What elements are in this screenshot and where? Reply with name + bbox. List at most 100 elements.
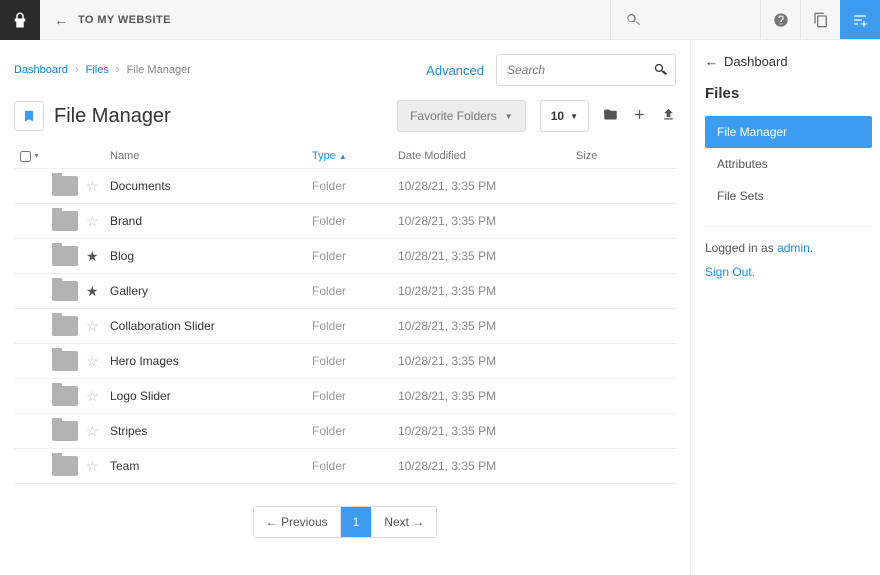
sidebar: ← Dashboard Files File ManagerAttributes…: [690, 40, 880, 575]
row-type: Folder: [312, 214, 398, 228]
sidebar-divider: [705, 226, 872, 227]
select-menu-caret[interactable]: ▼: [33, 153, 40, 160]
search-input[interactable]: [496, 54, 676, 86]
row-type: Folder: [312, 319, 398, 333]
sort-asc-icon: ▲: [339, 152, 347, 161]
next-page-button[interactable]: Next →: [372, 507, 436, 537]
row-type: Folder: [312, 179, 398, 193]
folder-icon: [52, 316, 78, 336]
row-type: Folder: [312, 284, 398, 298]
folder-icon: [52, 421, 78, 441]
sidebar-item-file-manager[interactable]: File Manager: [705, 116, 872, 148]
app-logo[interactable]: [0, 0, 40, 40]
current-user-link[interactable]: admin: [777, 241, 810, 255]
select-all-checkbox[interactable]: [20, 151, 31, 162]
sign-out-link[interactable]: Sign Out.: [705, 265, 872, 279]
table-row[interactable]: ☆ Logo SliderFolder10/28/21, 3:35 PM: [14, 379, 676, 414]
row-name: Team: [110, 459, 312, 473]
row-type: Folder: [312, 389, 398, 403]
row-name: Collaboration Slider: [110, 319, 312, 333]
crumb-dashboard[interactable]: Dashboard: [14, 64, 68, 76]
star-toggle[interactable]: ☆: [86, 388, 103, 404]
help-icon[interactable]: [760, 0, 800, 39]
sidebar-item-attributes[interactable]: Attributes: [705, 148, 872, 180]
per-page-value: 10: [551, 109, 564, 123]
row-name: Documents: [110, 179, 312, 193]
sidebar-heading: Files: [705, 85, 872, 102]
upload-button[interactable]: [661, 107, 676, 125]
row-type: Folder: [312, 354, 398, 368]
row-name: Brand: [110, 214, 312, 228]
topbar: ← TO MY WEBSITE: [0, 0, 880, 40]
row-date: 10/28/21, 3:35 PM: [398, 284, 576, 298]
crumb-current: File Manager: [127, 64, 191, 76]
table-row[interactable]: ☆ StripesFolder10/28/21, 3:35 PM: [14, 414, 676, 449]
logged-in-text: Logged in as admin.: [705, 241, 872, 255]
row-date: 10/28/21, 3:35 PM: [398, 354, 576, 368]
row-date: 10/28/21, 3:35 PM: [398, 249, 576, 263]
table-row[interactable]: ☆ DocumentsFolder10/28/21, 3:35 PM: [14, 169, 676, 204]
row-name: Stripes: [110, 424, 312, 438]
col-name[interactable]: Name: [110, 150, 312, 162]
back-to-site[interactable]: TO MY WEBSITE: [78, 14, 171, 26]
table-row[interactable]: ★ GalleryFolder10/28/21, 3:35 PM: [14, 274, 676, 309]
row-type: Folder: [312, 424, 398, 438]
row-name: Logo Slider: [110, 389, 312, 403]
advanced-link[interactable]: Advanced: [426, 63, 484, 78]
star-toggle[interactable]: ☆: [86, 353, 103, 369]
star-toggle[interactable]: ☆: [86, 318, 103, 334]
row-name: Blog: [110, 249, 312, 263]
crumb-files[interactable]: Files: [86, 64, 109, 76]
row-name: Hero Images: [110, 354, 312, 368]
breadcrumb: Dashboard › Files › File Manager: [14, 64, 191, 76]
arrow-left-icon: ←: [705, 54, 718, 69]
star-toggle[interactable]: ☆: [86, 213, 103, 229]
arrow-left-icon[interactable]: ←: [40, 12, 78, 28]
row-date: 10/28/21, 3:35 PM: [398, 424, 576, 438]
col-date[interactable]: Date Modified: [398, 150, 576, 162]
table-row[interactable]: ☆Collaboration SliderFolder10/28/21, 3:3…: [14, 309, 676, 344]
row-type: Folder: [312, 459, 398, 473]
main-panel: Dashboard › Files › File Manager Advance…: [0, 40, 690, 575]
table-row[interactable]: ★ BlogFolder10/28/21, 3:35 PM: [14, 239, 676, 274]
folder-icon: [52, 456, 78, 476]
table-body: ☆DocumentsFolder10/28/21, 3:35 PM☆BrandF…: [14, 169, 676, 484]
caret-down-icon: ▼: [570, 112, 578, 121]
settings-icon[interactable]: [840, 0, 880, 39]
table-row[interactable]: ☆ TeamFolder10/28/21, 3:35 PM: [14, 449, 676, 484]
sidebar-item-file-sets[interactable]: File Sets: [705, 180, 872, 212]
col-size[interactable]: Size: [576, 150, 676, 162]
row-type: Folder: [312, 249, 398, 263]
table-row[interactable]: ☆BrandFolder10/28/21, 3:35 PM: [14, 204, 676, 239]
copy-icon[interactable]: [800, 0, 840, 39]
star-toggle[interactable]: ★: [86, 248, 103, 264]
table-header: ▼ Name Type▲ Date Modified Size: [14, 144, 676, 169]
pagination: ← Previous 1 Next →: [14, 506, 676, 538]
new-folder-button[interactable]: [603, 107, 618, 125]
star-toggle[interactable]: ☆: [86, 178, 103, 194]
star-toggle[interactable]: ☆: [86, 458, 103, 474]
page-1-button[interactable]: 1: [341, 507, 373, 537]
page-title: File Manager: [54, 105, 171, 128]
row-date: 10/28/21, 3:35 PM: [398, 389, 576, 403]
table-row[interactable]: ☆ Hero ImagesFolder10/28/21, 3:35 PM: [14, 344, 676, 379]
topbar-search[interactable]: [610, 0, 760, 39]
folder-icon: [52, 351, 78, 371]
prev-page-button[interactable]: ← Previous: [254, 507, 341, 537]
favorite-folders-dropdown[interactable]: Favorite Folders ▼: [397, 100, 526, 132]
bookmark-icon[interactable]: [14, 101, 44, 131]
star-toggle[interactable]: ★: [86, 283, 103, 299]
search-icon[interactable]: [653, 62, 668, 80]
folder-icon: [52, 386, 78, 406]
add-button[interactable]: [632, 107, 647, 125]
row-name: Gallery: [110, 284, 312, 298]
row-date: 10/28/21, 3:35 PM: [398, 179, 576, 193]
col-type[interactable]: Type▲: [312, 150, 398, 162]
folder-icon: [52, 176, 78, 196]
folder-icon: [52, 281, 78, 301]
sidebar-back[interactable]: ← Dashboard: [705, 54, 872, 69]
caret-down-icon: ▼: [505, 112, 513, 121]
row-date: 10/28/21, 3:35 PM: [398, 459, 576, 473]
per-page-dropdown[interactable]: 10 ▼: [540, 100, 589, 132]
star-toggle[interactable]: ☆: [86, 423, 103, 439]
